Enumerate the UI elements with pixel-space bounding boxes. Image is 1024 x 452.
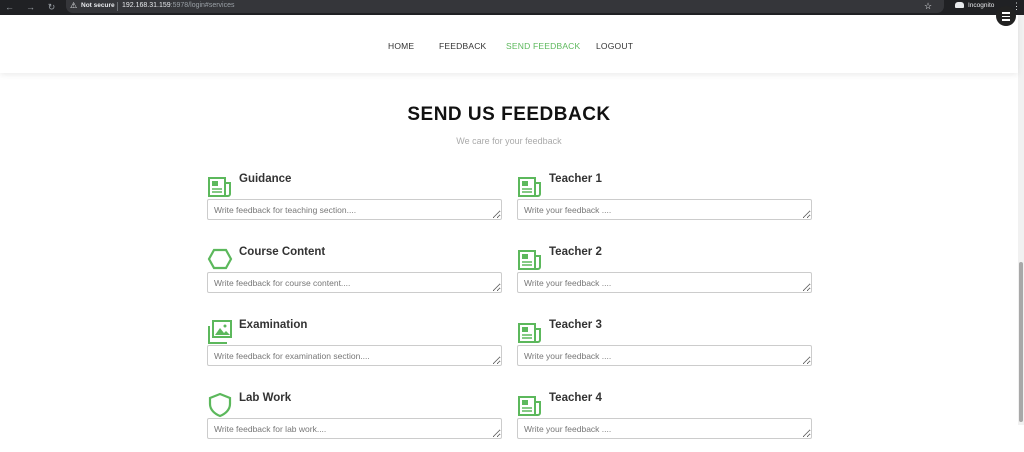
feedback-item-teacher-1: Teacher 1 xyxy=(517,173,817,233)
bookmark-star-icon[interactable]: ☆ xyxy=(924,1,932,12)
feedback-item-lab-work: Lab Work xyxy=(207,392,507,452)
feedback-item-course-content: Course Content xyxy=(207,246,507,306)
reload-icon[interactable]: ↻ xyxy=(46,2,57,13)
feedback-label: Examination xyxy=(239,319,308,331)
newspaper-icon xyxy=(208,177,231,197)
shield-icon xyxy=(208,392,232,418)
section-title: SEND US FEEDBACK xyxy=(407,104,611,125)
teacher-3-feedback-input[interactable] xyxy=(517,345,812,366)
browser-toolbar: ← → ↻ ⚠ Not secure 192.168.31.159:5978/l… xyxy=(0,0,1024,15)
newspaper-icon xyxy=(518,250,541,270)
section-subtitle: We care for your feedback xyxy=(456,136,562,146)
security-label[interactable]: Not secure xyxy=(81,2,115,9)
feedback-label: Teacher 2 xyxy=(549,246,602,258)
hexagon-icon xyxy=(207,248,233,270)
newspaper-icon xyxy=(518,177,541,197)
warning-icon: ⚠ xyxy=(70,1,78,10)
incognito-icon xyxy=(955,2,964,8)
teacher-1-feedback-input[interactable] xyxy=(517,199,812,220)
incognito-indicator[interactable]: Incognito xyxy=(955,2,994,9)
scrollbar-thumb[interactable] xyxy=(1019,262,1023,422)
teacher-4-feedback-input[interactable] xyxy=(517,418,812,439)
feedback-item-examination: Examination xyxy=(207,319,507,379)
nav-feedback[interactable]: FEEDBACK xyxy=(439,41,486,51)
address-separator xyxy=(117,2,118,11)
newspaper-icon xyxy=(518,396,541,416)
newspaper-icon xyxy=(518,323,541,343)
feedback-item-teacher-2: Teacher 2 xyxy=(517,246,817,306)
course-content-feedback-input[interactable] xyxy=(207,272,502,293)
feedback-label: Teacher 4 xyxy=(549,392,602,404)
hamburger-menu-icon[interactable] xyxy=(996,6,1016,26)
feedback-label: Teacher 3 xyxy=(549,319,602,331)
feedback-label: Teacher 1 xyxy=(549,173,602,185)
nav-logout[interactable]: LOGOUT xyxy=(596,41,633,51)
teacher-2-feedback-input[interactable] xyxy=(517,272,812,293)
nav-home[interactable]: HOME xyxy=(388,41,414,51)
site-header: HOME FEEDBACK SEND FEEDBACK LOGOUT xyxy=(0,15,1018,73)
forward-arrow-icon[interactable]: → xyxy=(25,2,36,13)
incognito-label: Incognito xyxy=(968,2,995,9)
nav-send-feedback[interactable]: SEND FEEDBACK xyxy=(506,41,580,51)
url-host: 192.168.31.159 xyxy=(122,2,171,9)
feedback-item-guidance: Guidance xyxy=(207,173,507,233)
lab-work-feedback-input[interactable] xyxy=(207,418,502,439)
url-path: :5978/login#services xyxy=(170,2,235,9)
image-icon xyxy=(208,320,232,344)
examination-feedback-input[interactable] xyxy=(207,345,502,366)
feedback-label: Guidance xyxy=(239,173,292,185)
feedback-label: Course Content xyxy=(239,246,326,258)
url-text[interactable]: 192.168.31.159:5978/login#services xyxy=(122,2,235,9)
feedback-label: Lab Work xyxy=(239,392,292,404)
feedback-item-teacher-3: Teacher 3 xyxy=(517,319,817,379)
feedback-item-teacher-4: Teacher 4 xyxy=(517,392,817,452)
back-arrow-icon[interactable]: ← xyxy=(4,2,15,13)
guidance-feedback-input[interactable] xyxy=(207,199,502,220)
